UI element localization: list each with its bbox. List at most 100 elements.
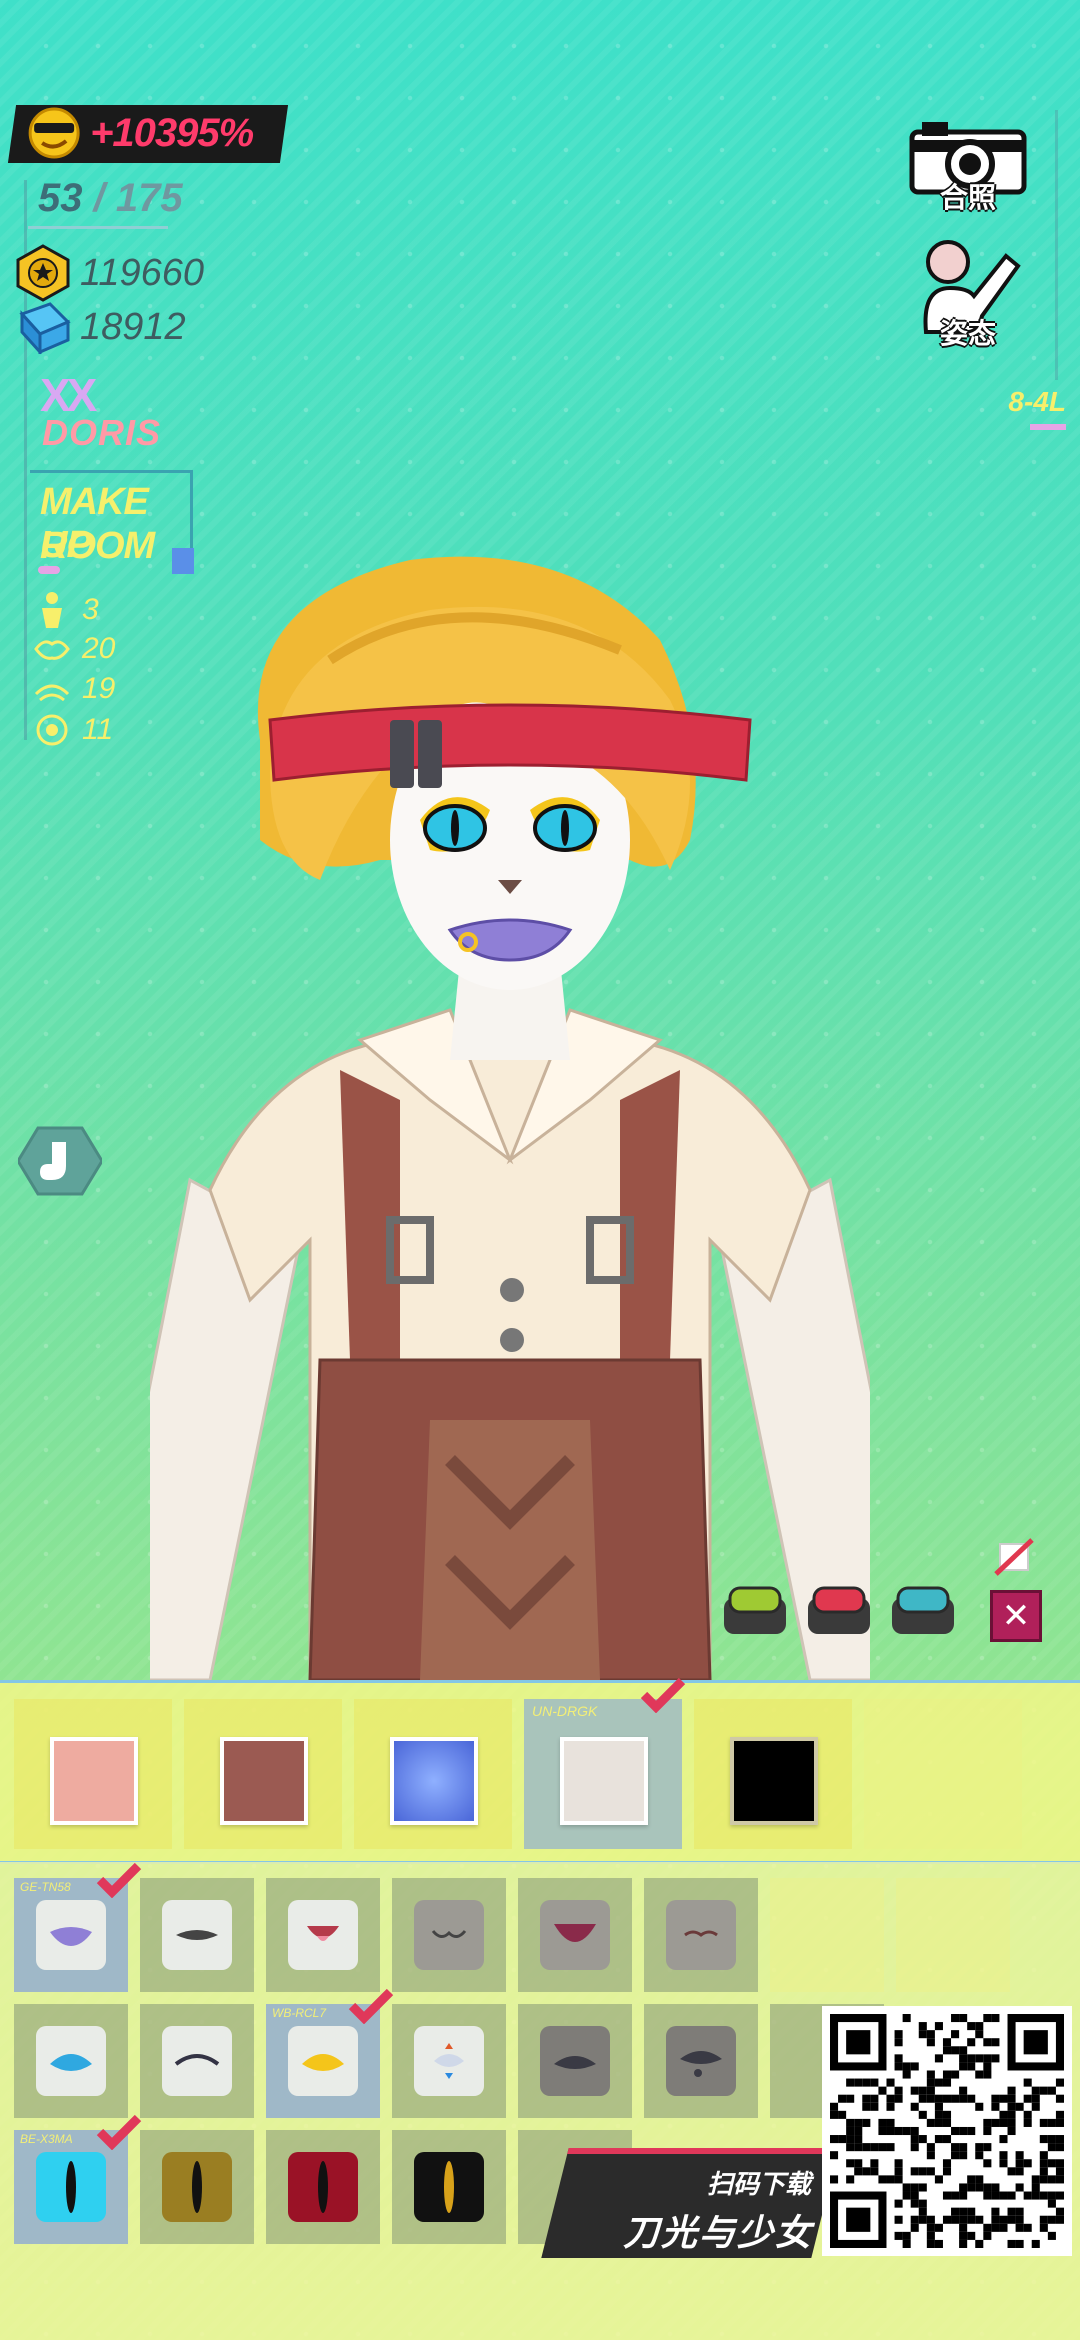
color-swatch[interactable] [14,1699,172,1849]
coin-icon [16,244,70,302]
eye-style-icon [540,2026,610,2096]
cool-face-icon [28,107,80,159]
gem-balance: 18912 [14,300,186,354]
gem-value: 18912 [80,305,186,348]
color-palette: UN-DRGK [0,1677,1080,1864]
color-swatch[interactable] [354,1699,512,1849]
mouth-option[interactable] [266,1878,380,1992]
eye-style-icon [414,2026,484,2096]
promo-line2: 刀光与少女 [622,2212,813,2253]
eye-option[interactable] [14,2004,128,2118]
eye-style-icon [36,2026,106,2096]
eraser-icon[interactable] [994,1536,1034,1576]
bonus-badge: +10395% [7,105,289,163]
eye-style-icon [162,2026,232,2096]
count-separator: / [82,176,116,220]
color-swatch[interactable] [184,1699,342,1849]
pupil-option[interactable] [392,2130,506,2244]
character-model [150,556,870,1680]
collection-count: 53 / 175 [38,176,183,221]
room-accent-pill [38,566,60,574]
count-underline [28,226,168,229]
gem-icon [19,302,71,354]
mouth-icon [414,1900,484,1970]
close-icon: ✕ [1001,1597,1031,1635]
stage-bar [1030,424,1066,430]
stat-lips: 20 [34,632,115,666]
count-max: 175 [115,176,183,220]
swatch-fill [390,1737,478,1825]
right-divider [1055,110,1058,380]
mouth-icon [288,1900,358,1970]
swatch-fill [220,1737,308,1825]
promo-line1: 扫码下载 [706,2169,811,2199]
eye-icon [34,684,70,702]
character-name: DORIS [42,412,162,453]
stat-pupil-value: 11 [82,713,114,746]
body-icon [42,592,62,628]
mouth-option[interactable] [140,1878,254,1992]
lips-icon [34,640,70,660]
part-code: WB-RCL7 [272,2006,327,2020]
check-icon [348,1988,394,2024]
pupil-option[interactable] [266,2130,380,2244]
coin-value: 119660 [80,251,204,294]
pupil-style-icon [36,2152,106,2222]
eye-option[interactable] [392,2004,506,2118]
room-title-line2: ROOM [40,525,155,567]
eye-style-icon [288,2026,358,2096]
swatch-fill [730,1737,818,1825]
eye-option[interactable] [644,2004,758,2118]
pupil-style-icon [288,2152,358,2222]
stat-lips-value: 20 [82,632,116,665]
part-code: BE-X3MA [20,2132,73,2146]
mouth-option[interactable] [644,1878,758,1992]
close-button[interactable]: ✕ [990,1590,1042,1642]
color-swatch[interactable] [694,1699,852,1849]
stat-pupil: 11 [34,712,113,748]
count-current: 53 [38,176,83,220]
pupil-style-icon [414,2152,484,2222]
mouth-option[interactable] [518,1878,632,1992]
part-code: GE-TN58 [20,1880,71,1894]
empty-slot [864,1699,1022,1849]
stat-eye-value: 19 [82,672,116,705]
qr-code [822,2006,1072,2256]
photo-button[interactable]: 合照 [908,118,1028,214]
check-icon [96,1862,142,1898]
coin-balance: 119660 [14,244,204,302]
stat-body-value: 3 [82,593,99,626]
photo-label: 合照 [939,182,996,213]
pupil-option[interactable] [140,2130,254,2244]
pupil-icon [36,714,68,746]
stage-label: 8-4L [1008,386,1066,417]
toggle-green-button[interactable] [722,1584,788,1636]
mouth-icon [666,1900,736,1970]
stat-eye: 19 [34,672,115,706]
check-icon [96,2114,142,2150]
eye-style-icon [666,2026,736,2096]
stat-body: 3 [34,590,99,630]
toggle-red-button[interactable] [806,1584,872,1636]
eye-option[interactable] [140,2004,254,2118]
bonus-percent: +10395% [90,111,254,155]
download-promo-banner[interactable]: 扫码下载 刀光与少女 [541,2148,839,2258]
color-swatch-selected[interactable]: UN-DRGK [524,1699,682,1849]
mouth-icon [36,1900,106,1970]
swatch-fill [560,1737,648,1825]
check-icon [640,1677,686,1713]
mouth-icon [162,1900,232,1970]
qr-code-pattern [830,2014,1064,2248]
sock-toggle-button[interactable] [18,1126,102,1196]
toggle-blue-button[interactable] [890,1584,956,1636]
swatch-fill [50,1737,138,1825]
pose-label: 姿态 [939,318,996,349]
eye-option[interactable] [518,2004,632,2118]
swatch-code: UN-DRGK [532,1703,598,1719]
empty-slot [770,1878,884,1992]
pose-button[interactable]: 姿态 [908,236,1028,350]
empty-slot [896,1878,1010,1992]
pupil-style-icon [162,2152,232,2222]
mouth-icon [540,1900,610,1970]
mouth-option[interactable] [392,1878,506,1992]
